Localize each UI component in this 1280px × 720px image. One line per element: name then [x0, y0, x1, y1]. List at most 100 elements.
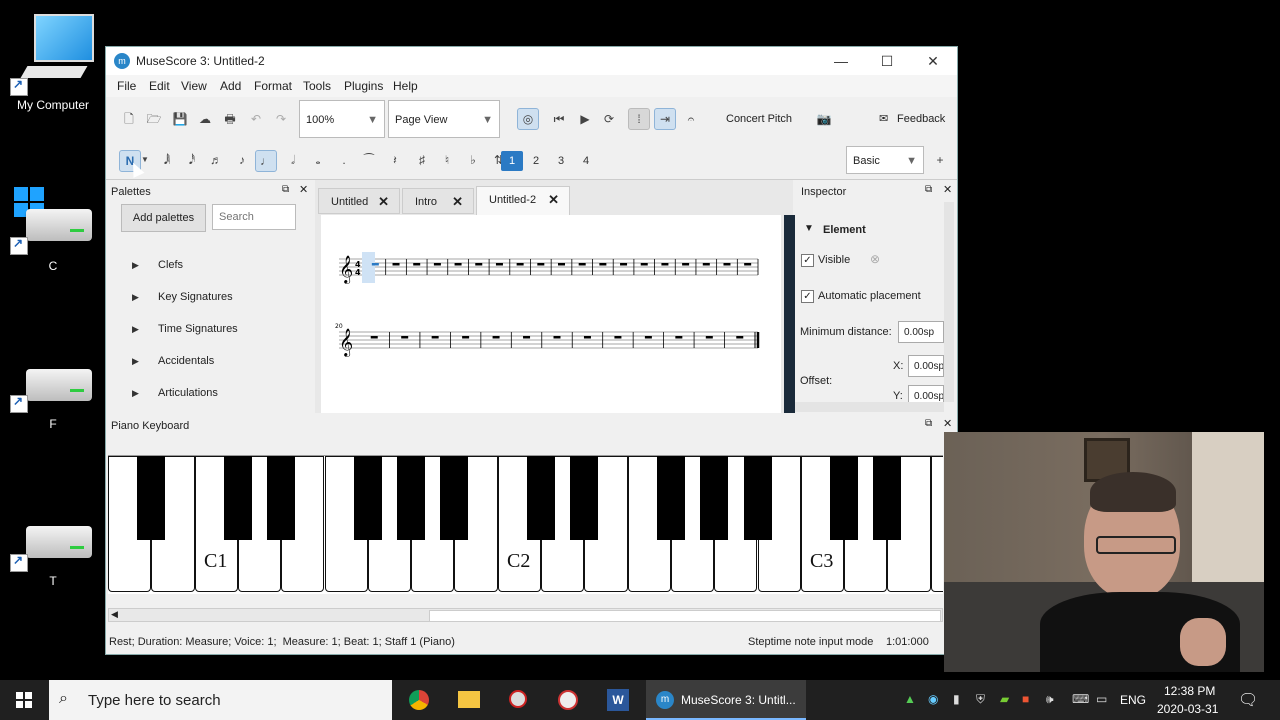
close-icon[interactable]: ✕: [943, 417, 952, 430]
menu-add[interactable]: Add: [220, 79, 241, 93]
piano-white-key[interactable]: [930, 456, 943, 592]
sixty-fourth-note-icon[interactable]: 𝅘𝅥𝅲: [157, 150, 177, 170]
voice-1-button[interactable]: 1: [501, 151, 523, 171]
save-icon[interactable]: 💾: [170, 109, 190, 129]
tray-shield-icon[interactable]: ⛨: [976, 692, 985, 707]
voice-2-button[interactable]: 2: [525, 151, 547, 171]
redo-icon[interactable]: ↷: [271, 109, 291, 129]
piano-black-key[interactable]: [440, 456, 469, 540]
thirty-second-note-icon[interactable]: 𝅘𝅥𝅰: [182, 150, 202, 170]
piano-black-key[interactable]: [830, 456, 859, 540]
eighth-note-icon[interactable]: ♪: [232, 150, 252, 170]
piano-black-key[interactable]: [267, 456, 296, 540]
taskbar-search-box[interactable]: ⌕ Type here to search: [49, 680, 392, 720]
menu-tools[interactable]: Tools: [303, 79, 331, 93]
piano-black-key[interactable]: [137, 456, 166, 540]
menu-edit[interactable]: Edit: [149, 79, 170, 93]
close-tab-icon[interactable]: ✕: [548, 187, 559, 213]
tab-intro[interactable]: Intro ✕: [402, 188, 474, 214]
reset-icon[interactable]: ⊗: [870, 252, 880, 266]
piano-black-key[interactable]: [656, 456, 685, 540]
image-capture-icon[interactable]: 📷: [814, 109, 834, 129]
piano-black-key[interactable]: [570, 456, 599, 540]
recorder-icon[interactable]: [509, 690, 527, 708]
cloud-upload-icon[interactable]: ☁: [195, 109, 215, 129]
minimum-distance-field[interactable]: 0.00sp: [898, 321, 944, 343]
desktop-icon-f[interactable]: F: [8, 365, 98, 435]
inspector-horizontal-scrollbar[interactable]: [795, 402, 944, 412]
tie-icon[interactable]: ⁀: [359, 150, 379, 170]
piano-black-key[interactable]: [397, 456, 426, 540]
close-tab-icon[interactable]: ✕: [452, 189, 463, 215]
tray-device-icon[interactable]: ▮: [953, 692, 960, 706]
rewind-icon[interactable]: ⏮: [549, 109, 569, 129]
menu-plugins[interactable]: Plugins: [344, 79, 383, 93]
desktop-icon-c[interactable]: C: [8, 185, 98, 275]
close-button[interactable]: ✕: [910, 47, 956, 75]
piano-keyboard[interactable]: C1 C2 C3: [108, 455, 943, 594]
undo-icon[interactable]: ↶: [246, 109, 266, 129]
palette-search-input[interactable]: [212, 204, 296, 230]
clock-time[interactable]: 12:38 PM: [1164, 684, 1215, 698]
voice-3-button[interactable]: 3: [550, 151, 572, 171]
menu-view[interactable]: View: [181, 79, 207, 93]
close-icon[interactable]: ✕: [943, 183, 952, 196]
scrollbar-thumb[interactable]: [429, 610, 941, 622]
piano-black-key[interactable]: [700, 456, 729, 540]
playback-cursor-icon[interactable]: ◎: [517, 108, 539, 130]
inspector-vertical-scrollbar[interactable]: [944, 202, 954, 402]
repeat-start-icon[interactable]: ⁞: [628, 108, 650, 130]
tab-untitled[interactable]: Untitled ✕: [318, 188, 400, 214]
half-note-icon[interactable]: 𝅗𝅥: [283, 150, 303, 170]
pan-score-icon[interactable]: ⇥: [654, 108, 676, 130]
chrome-icon[interactable]: [409, 690, 429, 710]
natural-icon[interactable]: ♮: [437, 150, 457, 170]
taskbar-item-musescore[interactable]: m MuseScore 3: Untitl...: [646, 680, 806, 720]
language-indicator[interactable]: ENG: [1120, 693, 1146, 707]
sharp-icon[interactable]: ♯: [412, 150, 432, 170]
feedback-button[interactable]: Feedback: [897, 113, 945, 125]
close-tab-icon[interactable]: ✕: [378, 189, 389, 215]
minimize-button[interactable]: —: [818, 47, 864, 75]
start-button[interactable]: [0, 680, 48, 720]
piano-black-key[interactable]: [527, 456, 555, 540]
view-mode-select[interactable]: Page View ▼: [388, 100, 500, 138]
new-score-icon[interactable]: 🗋: [119, 109, 139, 129]
rest-icon[interactable]: 𝄽: [385, 150, 405, 170]
piano-black-key[interactable]: [743, 456, 772, 540]
notification-icon[interactable]: 🗨: [1238, 690, 1258, 710]
tray-usb-icon[interactable]: ⌨: [1072, 692, 1089, 706]
workspace-select[interactable]: Basic ▼: [846, 146, 924, 174]
quarter-note-icon[interactable]: ♩: [255, 150, 277, 172]
open-folder-icon[interactable]: 🗁: [144, 109, 164, 129]
tray-app-icon[interactable]: ▲: [904, 692, 916, 706]
menu-help[interactable]: Help: [393, 79, 418, 93]
score-page[interactable]: 𝄞 4 4 20 𝄞: [321, 215, 781, 413]
piano-black-key[interactable]: [223, 456, 252, 540]
close-icon[interactable]: ✕: [299, 183, 308, 196]
play-icon[interactable]: ▶: [575, 109, 595, 129]
maximize-button[interactable]: ☐: [864, 47, 910, 75]
desktop-icon-t[interactable]: T: [8, 522, 98, 592]
menu-file[interactable]: File: [117, 79, 136, 93]
metronome-icon[interactable]: 𝄐: [681, 109, 701, 129]
loop-icon[interactable]: ⟳: [599, 109, 619, 129]
visible-checkbox[interactable]: ✓: [801, 254, 814, 267]
clock-date[interactable]: 2020-03-31: [1157, 702, 1218, 716]
float-icon[interactable]: ⧉: [282, 184, 289, 195]
element-section-header[interactable]: Element: [823, 224, 866, 236]
flat-icon[interactable]: ♭: [463, 150, 483, 170]
zoom-select[interactable]: 100% ▼: [299, 100, 385, 138]
float-icon[interactable]: ⧉: [925, 184, 932, 195]
menu-format[interactable]: Format: [254, 79, 292, 93]
desktop-icon-my-computer[interactable]: My Computer: [8, 12, 98, 112]
title-bar[interactable]: m MuseScore 3: Untitled-2 — ☐ ✕: [106, 47, 957, 75]
piano-black-key[interactable]: [873, 456, 902, 540]
tray-edge-icon[interactable]: ◉: [928, 692, 938, 706]
sixteenth-note-icon[interactable]: ♬: [206, 150, 226, 170]
file-explorer-icon[interactable]: [458, 691, 480, 708]
print-icon[interactable]: 🖶: [220, 109, 240, 129]
piano-black-key[interactable]: [353, 456, 382, 540]
tray-color-icon[interactable]: ■: [1022, 692, 1029, 706]
voice-4-button[interactable]: 4: [575, 151, 597, 171]
